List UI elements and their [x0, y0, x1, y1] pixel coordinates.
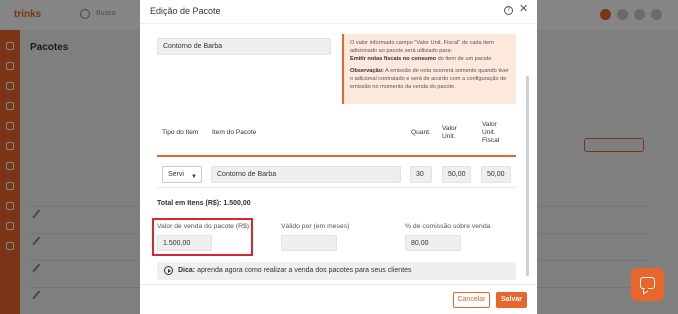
package-item-value: Contorno de Barba [217, 171, 277, 178]
valid-months-label: Válido por (em meses) [281, 223, 350, 230]
package-item-input[interactable]: Contorno de Barba [211, 166, 401, 183]
fiscal-unit-value-input[interactable]: 50,00 [481, 166, 511, 183]
item-type-value: Servi [168, 171, 184, 178]
header-valor-unit-fiscal: Valor Unit. Fiscal [482, 121, 500, 144]
package-name-input[interactable]: Contorno de Barba [157, 38, 331, 55]
unit-value: 50,00 [448, 171, 466, 178]
edit-package-modal: Edição de Pacote ? ✕ Contorno de Barba O… [140, 0, 537, 314]
valid-months-input[interactable] [281, 235, 337, 251]
unit-value-input[interactable]: 50,00 [442, 166, 471, 183]
modal-scrollbar[interactable] [525, 26, 531, 282]
header-valor-unit: Valor Unit. [442, 125, 457, 140]
commission-input[interactable]: 80,00 [405, 235, 461, 251]
modal-header: Edição de Pacote ? ✕ [140, 0, 537, 24]
header-tipo-item: Tipo do Item [162, 129, 199, 136]
footer-divider [140, 284, 537, 285]
header-item-pacote: Item do Pacote [212, 129, 257, 136]
item-type-select[interactable]: Servi ▼ [162, 166, 202, 183]
fiscal-info-box: O valor informado campo "Valor Unit. Fis… [342, 34, 516, 104]
tip-text[interactable]: Dica: aprenda agora como realizar a vend… [178, 267, 411, 274]
chat-icon [640, 277, 655, 289]
close-icon[interactable]: ✕ [519, 3, 528, 15]
chevron-down-icon: ▼ [191, 174, 197, 180]
quantity-input[interactable]: 30 [410, 166, 432, 183]
observation-paragraph: Observação: A emissão de nota ocorrerá s… [350, 68, 509, 90]
quantity-value: 30 [416, 171, 424, 178]
chat-button[interactable] [631, 268, 664, 301]
sale-value-label: Valor de venda do pacote (R$): [157, 223, 251, 230]
row-divider [157, 187, 516, 188]
observation-label: Observação: [350, 68, 384, 74]
info-bold: Emitir notas fiscais no consumo [350, 56, 437, 62]
cancel-button[interactable]: Cancelar [453, 292, 490, 308]
play-icon[interactable] [164, 266, 173, 275]
help-icon[interactable]: ? [504, 6, 513, 15]
scrollbar-thumb[interactable] [526, 76, 529, 276]
total-items: Total em Itens (R$): 1.500,00 [157, 200, 251, 207]
commission-label: % de comissão sobre venda [405, 223, 491, 230]
sale-value: 1.500,00 [163, 239, 191, 247]
tip-banner[interactable]: Dica: aprenda agora como realizar a vend… [157, 262, 516, 280]
fiscal-unit-value: 50,00 [487, 171, 505, 178]
modal-title: Edição de Pacote [150, 6, 221, 16]
package-name-value: Contorno de Barba [163, 43, 223, 50]
sale-value-input[interactable]: 1.500,00 [157, 235, 212, 251]
save-button[interactable]: Salvar [496, 292, 527, 308]
info-paragraph: O valor informado campo "Valor Unit. Fis… [350, 40, 494, 62]
header-quant: Quant. [411, 129, 431, 136]
commission-value: 80,00 [411, 239, 429, 247]
table-header-divider [157, 155, 516, 157]
